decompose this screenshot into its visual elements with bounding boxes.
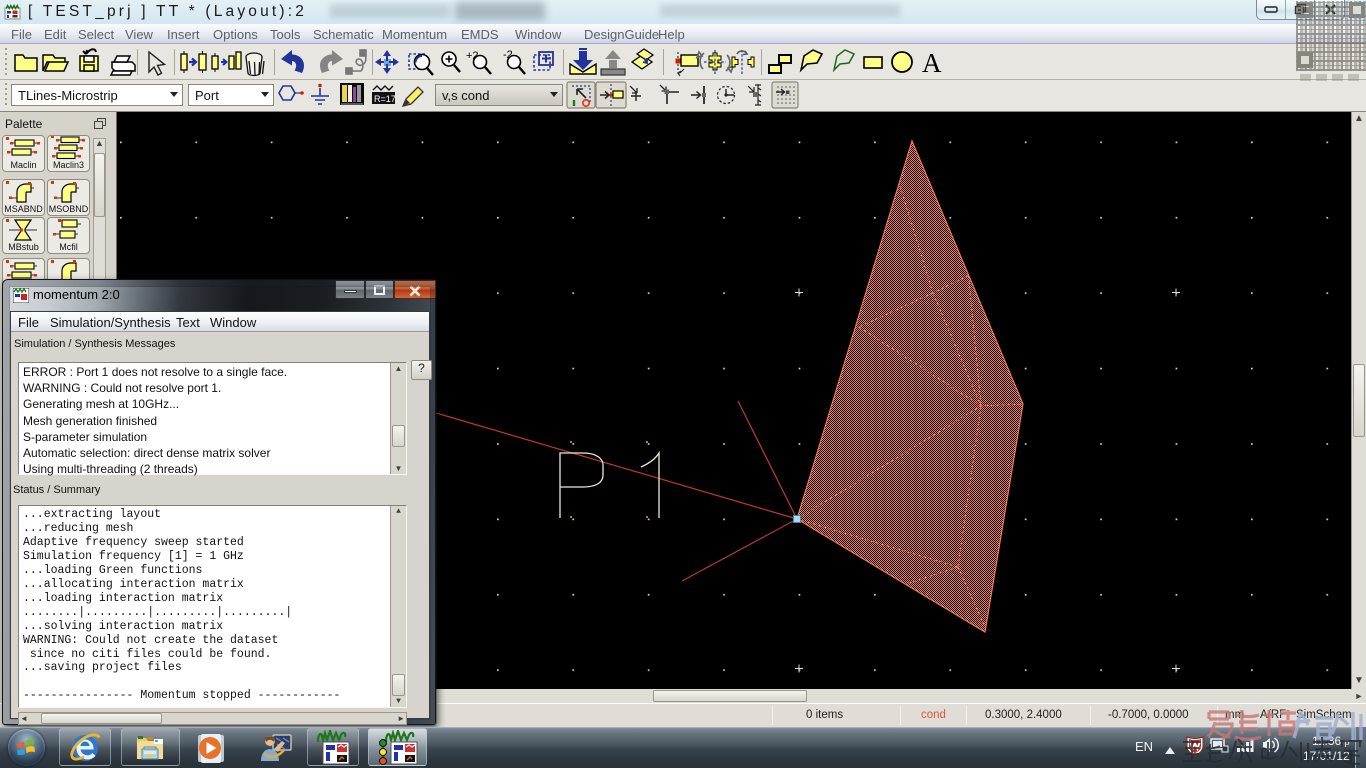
svg-text:A: A: [922, 48, 942, 78]
svg-text:R=17: R=17: [374, 94, 396, 104]
